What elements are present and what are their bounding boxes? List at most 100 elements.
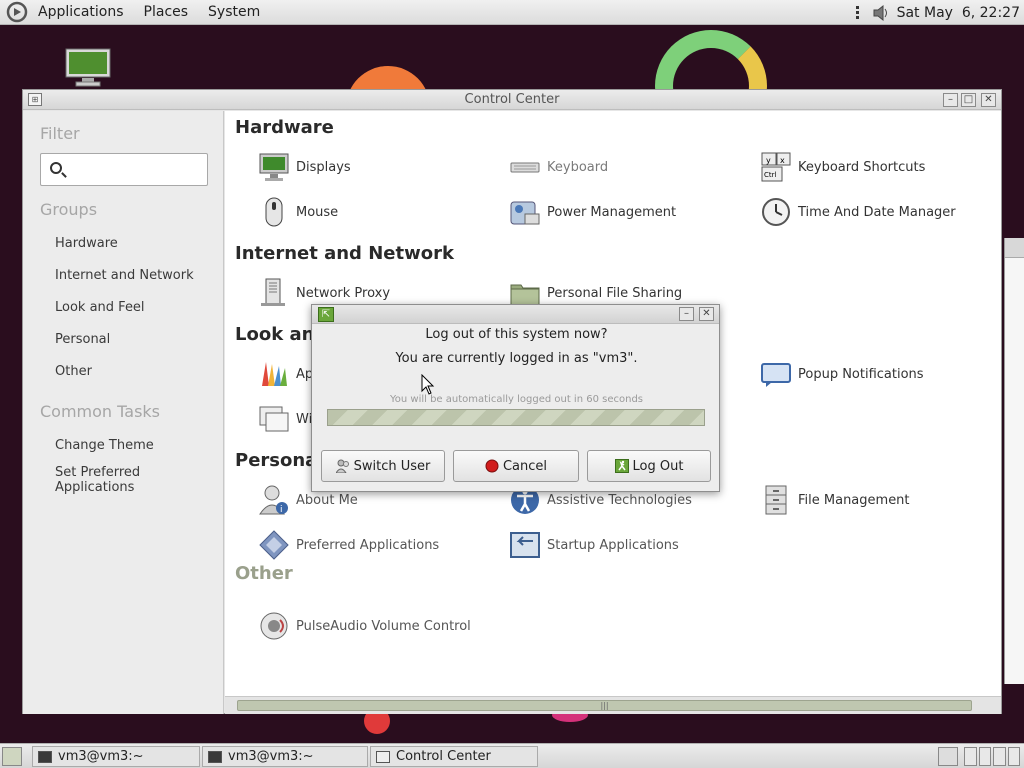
- clock-icon: [762, 198, 790, 226]
- control-center-icon: [376, 750, 390, 763]
- search-field[interactable]: [40, 153, 208, 186]
- popup-notifications-icon: [761, 363, 791, 387]
- progress-fill: [328, 410, 704, 425]
- item-appearance[interactable]: Ap: [258, 357, 313, 391]
- groups-heading: Groups: [40, 200, 98, 219]
- item-keyboard-shortcuts[interactable]: y x Ctrl Keyboard Shortcuts: [760, 150, 925, 184]
- logout-app-icon: ⇱: [318, 307, 334, 322]
- show-desktop-icon[interactable]: [2, 747, 22, 766]
- horizontal-scrollbar[interactable]: |||: [225, 696, 1001, 714]
- computer-desktop-icon[interactable]: [64, 48, 112, 88]
- svg-text:x: x: [780, 156, 785, 165]
- distro-logo-icon[interactable]: [6, 1, 28, 23]
- taskbar-item-terminal-2[interactable]: vm3@vm3:~: [202, 746, 368, 767]
- clock[interactable]: Sat May 6, 22:27: [897, 5, 1020, 21]
- item-power-management[interactable]: Power Management: [509, 195, 676, 229]
- taskbar-label: Control Center: [396, 749, 491, 764]
- item-windows[interactable]: Wi: [258, 402, 312, 436]
- item-file-management[interactable]: File Management: [760, 483, 910, 517]
- cancel-button[interactable]: Cancel: [453, 450, 579, 482]
- item-label: About Me: [296, 492, 358, 508]
- sidebar-item-internet[interactable]: Internet and Network: [55, 268, 215, 283]
- background-window-edge[interactable]: [1004, 238, 1024, 684]
- keyboard-shortcuts-icon: y xCtrl: [761, 152, 791, 182]
- item-startup-applications[interactable]: Startup Applications: [509, 528, 679, 562]
- top-panel: Applications Places System Sat May 6, 22…: [0, 0, 1024, 25]
- item-label: Wi: [296, 411, 313, 427]
- section-hardware-title: Hardware: [235, 117, 334, 138]
- dialog-titlebar[interactable]: ⇱ – ✕: [312, 305, 719, 324]
- window-menu-icon[interactable]: ⊞: [28, 93, 42, 106]
- sidebar-item-look-and-feel[interactable]: Look and Feel: [55, 300, 215, 315]
- item-time-and-date[interactable]: Time And Date Manager: [760, 195, 956, 229]
- terminal-icon: [208, 750, 222, 763]
- taskbar-item-terminal-1[interactable]: vm3@vm3:~: [32, 746, 200, 767]
- log-out-button[interactable]: Log Out: [587, 450, 711, 482]
- window-list-icon[interactable]: [938, 747, 958, 766]
- keyboard-icon: [510, 162, 540, 173]
- sidebar-item-hardware[interactable]: Hardware: [55, 236, 215, 251]
- bottom-panel: vm3@vm3:~ vm3@vm3:~ Control Center: [0, 743, 1024, 768]
- workspace-switcher[interactable]: [964, 747, 1020, 766]
- svg-text:y: y: [766, 156, 771, 165]
- background-window-titlebar[interactable]: [1005, 238, 1024, 258]
- dialog-auto-logout-text: You will be automatically logged out in …: [389, 394, 644, 405]
- sidebar-item-personal[interactable]: Personal: [55, 332, 215, 347]
- item-label: Displays: [296, 159, 351, 175]
- windows-icon: [259, 406, 289, 432]
- menu-applications[interactable]: Applications: [28, 0, 134, 25]
- menu-system[interactable]: System: [198, 0, 270, 25]
- cancel-label: Cancel: [502, 458, 548, 474]
- window-titlebar[interactable]: ⊞ Control Center – □ ✕: [23, 90, 1001, 110]
- maximize-button[interactable]: □: [961, 93, 976, 107]
- item-label: Network Proxy: [296, 285, 391, 301]
- network-icon[interactable]: [855, 5, 865, 21]
- close-button[interactable]: ✕: [981, 93, 996, 107]
- svg-text:Ctrl: Ctrl: [764, 171, 777, 179]
- speaker-icon: [260, 612, 288, 640]
- taskbar-label: vm3@vm3:~: [58, 749, 144, 764]
- startup-applications-icon: [510, 532, 540, 558]
- terminal-icon: [38, 750, 52, 763]
- preferred-applications-icon: [259, 530, 289, 560]
- item-label: PulseAudio Volume Control: [296, 618, 471, 634]
- item-label: Startup Applications: [547, 537, 679, 553]
- about-me-icon: i: [259, 485, 288, 515]
- taskbar-item-control-center[interactable]: Control Center: [370, 746, 538, 767]
- switch-user-button[interactable]: Switch User: [321, 450, 445, 482]
- workspace-2[interactable]: [978, 747, 991, 766]
- scrollbar-thumb[interactable]: |||: [237, 700, 972, 711]
- sidebar: Filter Groups Hardware Internet and Netw…: [23, 111, 224, 714]
- notification-area: Sat May 6, 22:27: [855, 0, 1020, 25]
- task-change-theme[interactable]: Change Theme: [55, 438, 215, 453]
- sidebar-item-other[interactable]: Other: [55, 364, 215, 379]
- item-displays[interactable]: Displays: [258, 150, 351, 184]
- minimize-button[interactable]: –: [943, 93, 958, 107]
- item-label: Power Management: [547, 204, 677, 220]
- section-other-title: Other: [235, 563, 293, 584]
- file-cabinet-icon: [765, 485, 787, 515]
- item-keyboard[interactable]: Keyboard: [509, 150, 608, 184]
- item-pulseaudio-volume-control[interactable]: PulseAudio Volume Control: [258, 609, 471, 643]
- item-label: Keyboard Shortcuts: [798, 159, 926, 175]
- volume-icon[interactable]: [871, 3, 891, 23]
- display-icon: [259, 153, 289, 181]
- log-out-icon: [614, 459, 629, 473]
- dialog-question: Log out of this system now?: [425, 327, 608, 342]
- taskbar-label: vm3@vm3:~: [228, 749, 314, 764]
- section-personal-title: Persona: [235, 450, 318, 471]
- menu-places[interactable]: Places: [134, 0, 199, 25]
- dialog-close-button[interactable]: ✕: [699, 307, 714, 321]
- dialog-minimize-button[interactable]: –: [679, 307, 694, 321]
- search-input[interactable]: [71, 160, 201, 180]
- task-set-preferred-applications[interactable]: Set Preferred Applications: [55, 465, 175, 495]
- workspace-3[interactable]: [993, 747, 1006, 766]
- window-title: Control Center: [464, 92, 560, 107]
- item-popup-notifications[interactable]: Popup Notifications: [760, 357, 924, 391]
- workspace-1[interactable]: [964, 747, 977, 766]
- mouse-cursor-icon: [421, 374, 435, 395]
- item-mouse[interactable]: Mouse: [258, 195, 338, 229]
- logout-countdown-progress: [327, 409, 705, 426]
- item-preferred-applications[interactable]: Preferred Applications: [258, 528, 439, 562]
- workspace-4[interactable]: [1007, 747, 1020, 766]
